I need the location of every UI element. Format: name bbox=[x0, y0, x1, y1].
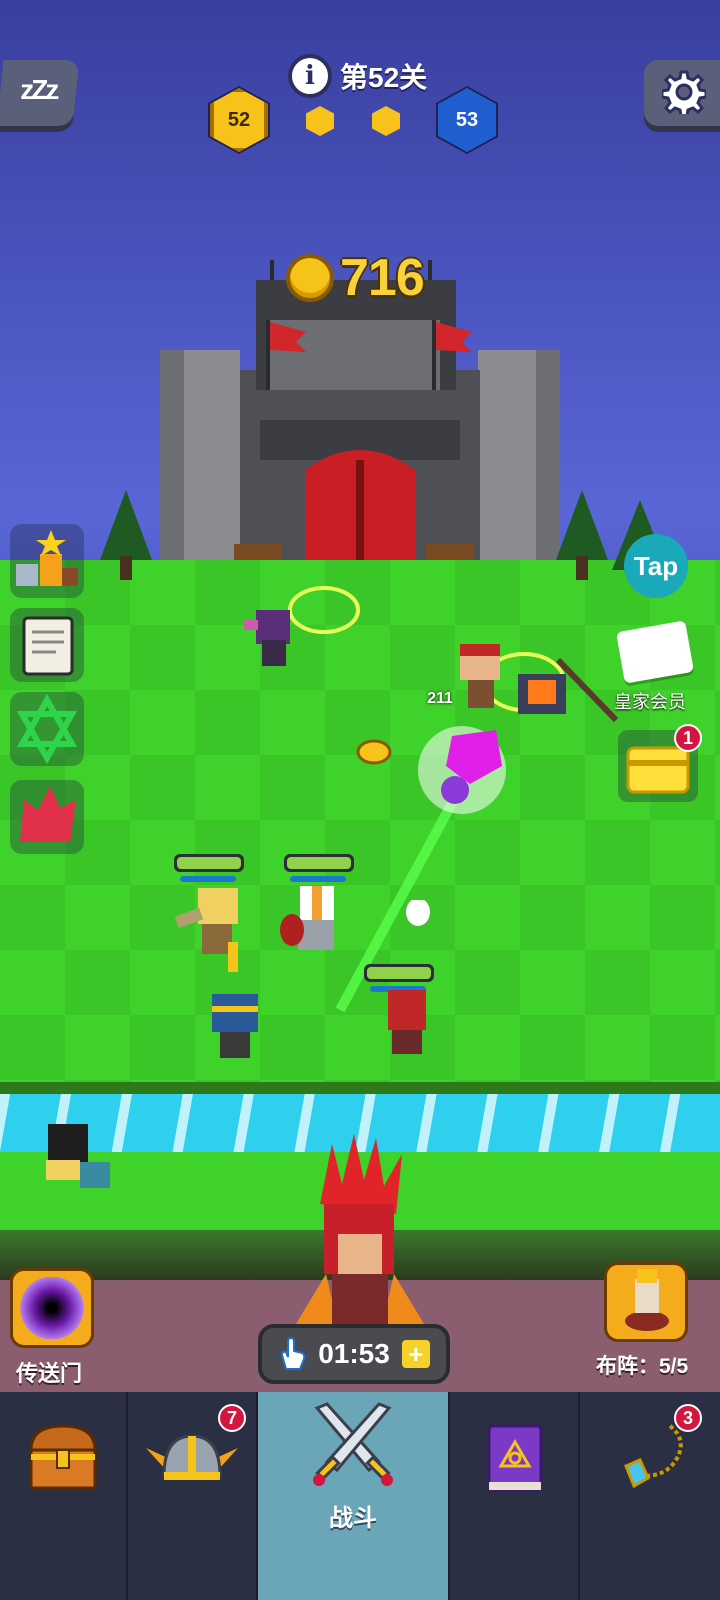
crossed-swords-icon bbox=[313, 1402, 393, 1486]
sleep-button[interactable]: zZz bbox=[0, 60, 80, 126]
portal-icon bbox=[20, 1277, 84, 1339]
portal-button[interactable] bbox=[10, 1268, 94, 1348]
red-leaf-button[interactable] bbox=[10, 780, 84, 854]
nav-battle[interactable]: 战斗 bbox=[258, 1392, 450, 1600]
royal-member-label[interactable]: 皇家会员 bbox=[614, 688, 686, 714]
spellbook-icon bbox=[487, 1424, 543, 1492]
hexagram-button[interactable] bbox=[10, 692, 84, 766]
chest-badge: 1 bbox=[674, 724, 702, 752]
tap-button[interactable]: Tap bbox=[624, 534, 688, 598]
ally-hp-bar-2 bbox=[284, 854, 354, 872]
enemy-fire-cart bbox=[518, 657, 618, 723]
amulet-badge: 3 bbox=[674, 1404, 702, 1432]
nav-heroes[interactable]: 7 bbox=[128, 1392, 258, 1600]
scroll-button[interactable] bbox=[10, 608, 84, 682]
settings-button[interactable] bbox=[644, 60, 720, 126]
coin-icon bbox=[286, 254, 334, 302]
ranking-button[interactable] bbox=[10, 524, 84, 598]
hexagram-icon bbox=[16, 693, 78, 765]
enemy-dark-mage bbox=[244, 610, 290, 666]
nav-amulet[interactable]: 3 bbox=[580, 1392, 720, 1600]
amulet-icon bbox=[624, 1424, 683, 1489]
info-icon[interactable]: i bbox=[288, 54, 332, 98]
ally-dwarf bbox=[212, 994, 258, 1058]
add-time-button[interactable]: + bbox=[401, 1340, 430, 1368]
ally-golden-knight bbox=[174, 888, 238, 972]
damage-number: 211 bbox=[427, 690, 453, 707]
zzz-icon: zZz bbox=[20, 74, 57, 105]
progress-hex-1 bbox=[306, 106, 334, 136]
nav-battle-label: 战斗 bbox=[329, 1505, 377, 1532]
ranking-icon bbox=[16, 530, 78, 586]
coin-counter: 716 bbox=[286, 248, 425, 308]
ally-paladin bbox=[280, 886, 334, 950]
formation-button[interactable] bbox=[604, 1262, 688, 1342]
level-title: i 第52关 bbox=[288, 54, 427, 98]
formation-icon bbox=[625, 1269, 669, 1331]
scroll-icon bbox=[22, 616, 74, 676]
portal-label: 传送门 bbox=[16, 1361, 83, 1386]
formation-label: 布阵：5/5 bbox=[596, 1355, 689, 1378]
ally-hp-bar-1 bbox=[174, 854, 244, 872]
ally-red-archer bbox=[388, 900, 430, 1054]
gear-icon bbox=[662, 70, 706, 114]
nav-spellbook[interactable] bbox=[450, 1392, 580, 1600]
bottom-nav: 7 战斗 3 bbox=[0, 1392, 720, 1600]
progress-hex-2 bbox=[372, 106, 400, 136]
game-screen: zZz i 第52关 52 53 716 211 Tap 皇家会员 1 传送门 … bbox=[0, 0, 720, 1600]
board-decor bbox=[100, 490, 668, 1013]
battle-timer[interactable]: 01:53 + bbox=[258, 1324, 450, 1384]
heroes-badge: 7 bbox=[218, 1404, 246, 1432]
coin-count: 716 bbox=[340, 249, 425, 307]
treasure-chest-icon bbox=[29, 1424, 97, 1490]
timer-text: 01:53 bbox=[318, 1338, 390, 1369]
level-label: 第52关 bbox=[340, 62, 428, 93]
tap-hand-icon bbox=[281, 1337, 306, 1370]
bench-unit[interactable] bbox=[36, 1110, 126, 1200]
nav-treasure-chest[interactable] bbox=[0, 1392, 128, 1600]
hero-fire-demon bbox=[290, 1134, 430, 1334]
red-leaf-icon bbox=[20, 786, 76, 842]
